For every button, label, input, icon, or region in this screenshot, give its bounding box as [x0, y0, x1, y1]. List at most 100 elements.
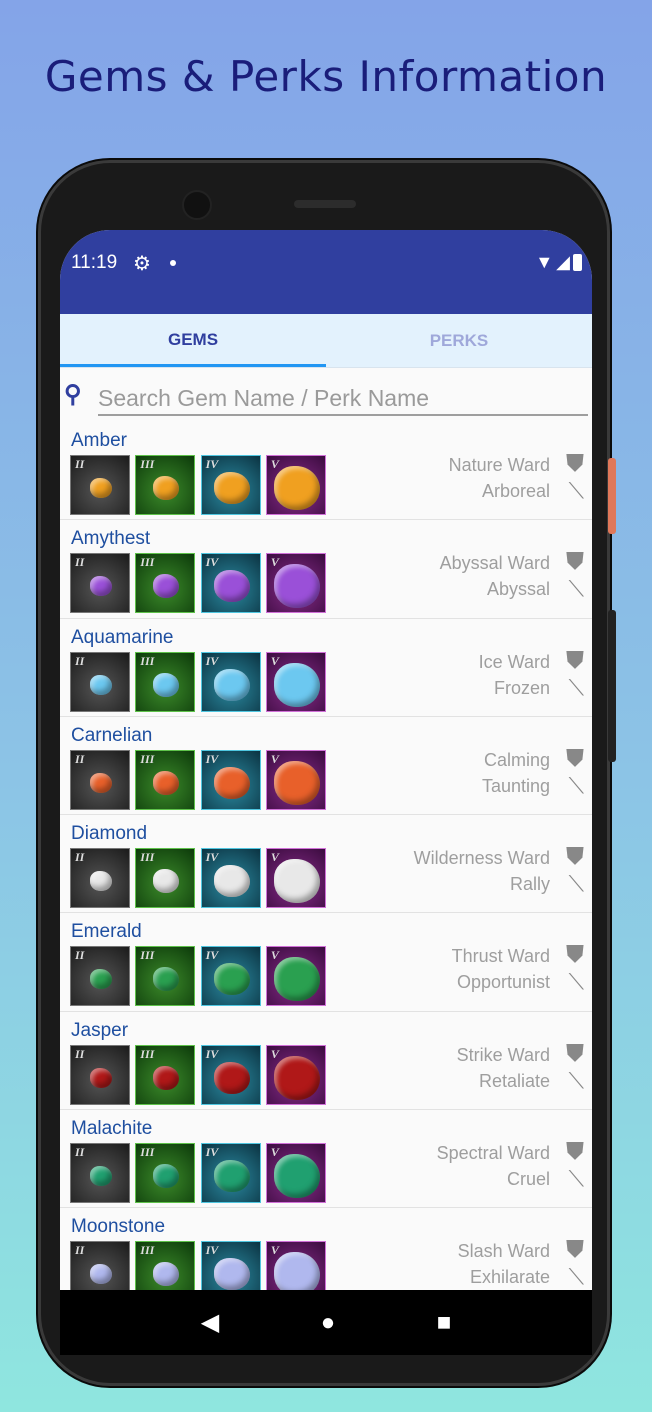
gem-row[interactable]: Amber II III IV V Nature Ward ⛊ Arboreal ⟍ — [60, 422, 592, 521]
gem-icon — [213, 570, 250, 603]
armor-perk: Calming — [483, 749, 550, 770]
gem-tier-image[interactable]: III — [135, 1143, 196, 1204]
tier-label: II — [75, 1046, 85, 1061]
power-button — [608, 458, 616, 534]
gem-tier-image[interactable]: III — [135, 946, 196, 1007]
tab-perks[interactable]: PERKS — [326, 314, 592, 367]
gem-icon — [153, 1262, 180, 1287]
gem-tier-image[interactable]: II — [70, 553, 130, 614]
gem-icon — [153, 574, 180, 599]
shield-icon: ⛊ — [566, 450, 584, 477]
gem-tier-image[interactable]: III — [135, 455, 196, 515]
gem-icon — [90, 478, 112, 498]
gem-icon — [90, 674, 112, 695]
weapon-perk: Abyssal — [486, 579, 550, 600]
gem-icon — [213, 1258, 250, 1291]
gem-icon — [90, 1264, 112, 1285]
tier-label: III — [140, 653, 155, 668]
gem-tier-image[interactable]: IV — [200, 946, 261, 1007]
gem-tier-image[interactable]: II — [70, 749, 130, 810]
gem-tier-image[interactable]: II — [70, 1044, 130, 1105]
gem-tier-image[interactable]: III — [135, 651, 196, 712]
gem-row[interactable]: Malachite II III IV V Spectral Ward ⛊ Cruel ⟍ — [60, 1110, 592, 1209]
gem-tier-image[interactable]: V — [265, 1044, 326, 1105]
gem-tier-image[interactable]: IV — [200, 848, 261, 909]
gem-name: Diamond — [71, 823, 148, 845]
gem-tier-image[interactable]: IV — [200, 1044, 261, 1105]
gem-tier-image[interactable]: III — [135, 848, 196, 909]
search-bar: ⚲ — [60, 368, 592, 422]
tier-label: III — [140, 555, 155, 570]
gem-tier-image[interactable]: IV — [200, 651, 261, 712]
gem-icon — [153, 770, 180, 795]
tier-label: III — [140, 1046, 155, 1061]
gem-tier-image[interactable]: IV — [200, 1143, 261, 1204]
gem-row[interactable]: Emerald II III IV V Thrust Ward ⛊ Opportunist ⟍ — [60, 913, 592, 1012]
gem-icon — [213, 963, 250, 996]
tier-label: V — [270, 457, 279, 471]
gem-row[interactable]: Amythest II III IV V Abyssal Ward ⛊ Abyssal ⟍ — [60, 520, 592, 619]
sword-icon: ⟍ — [568, 969, 584, 995]
gem-tier-image[interactable]: V — [265, 749, 326, 810]
gem-tier-image[interactable]: V — [265, 553, 326, 614]
gem-icon — [273, 662, 320, 707]
tier-label: II — [75, 653, 85, 668]
notification-dot-icon — [170, 260, 176, 266]
tier-label: IV — [205, 850, 219, 865]
tier-label: V — [270, 555, 279, 570]
weapon-perk: Arboreal — [481, 481, 550, 501]
gem-name: Aquamarine — [71, 626, 174, 648]
tier-label: IV — [205, 751, 219, 766]
gem-tier-image[interactable]: IV — [200, 749, 261, 810]
gem-icon — [90, 871, 112, 892]
gem-tier-image[interactable]: V — [265, 455, 326, 515]
tier-label: V — [270, 948, 279, 963]
gem-tier-image[interactable]: II — [70, 651, 130, 712]
gem-list[interactable]: Amber II III IV V Nature Ward ⛊ Arboreal ⟍ Amythe… — [60, 422, 592, 1344]
weapon-perk: Opportunist — [456, 972, 550, 993]
gem-tier-image[interactable]: V — [265, 651, 326, 712]
tier-label: II — [75, 1145, 85, 1160]
search-input[interactable] — [98, 382, 588, 416]
shield-icon: ⛊ — [566, 744, 584, 772]
gem-icon — [273, 1055, 320, 1100]
gem-tier-image[interactable]: III — [135, 553, 196, 614]
tier-label: II — [75, 948, 85, 963]
gem-name: Amythest — [71, 528, 151, 550]
gem-tier-image[interactable]: V — [265, 946, 326, 1007]
gem-row[interactable]: Jasper II III IV V Strike Ward ⛊ Retaliate ⟍ — [60, 1012, 592, 1111]
home-icon[interactable]: ● — [321, 1309, 336, 1337]
gem-tier-image[interactable]: II — [70, 1143, 130, 1204]
weapon-perk: Rally — [509, 874, 550, 895]
sword-icon: ⟍ — [568, 1264, 584, 1290]
weapon-perk: Cruel — [506, 1169, 550, 1190]
gem-tier-image[interactable]: IV — [200, 455, 261, 515]
tab-gems[interactable]: GEMS — [60, 314, 326, 367]
gem-tier-image[interactable]: V — [265, 848, 326, 909]
gem-icon — [273, 564, 320, 609]
gem-tier-image[interactable]: II — [70, 946, 130, 1007]
gem-tier-image[interactable]: II — [70, 848, 130, 909]
search-icon: ⚲ — [64, 381, 82, 408]
tier-label: III — [140, 1145, 155, 1160]
gem-row[interactable]: Carnelian II III IV V Calming ⛊ Taunting ⟍ — [60, 717, 592, 816]
gem-tier-image[interactable]: IV — [200, 553, 261, 614]
gem-row[interactable]: Aquamarine II III IV V Ice Ward ⛊ Frozen ⟍ — [60, 619, 592, 717]
gem-tier-image[interactable]: V — [265, 1143, 326, 1204]
gem-icon — [153, 476, 180, 500]
tier-label: II — [75, 751, 85, 766]
gem-icon — [213, 472, 250, 504]
sword-icon: ⟍ — [568, 674, 584, 700]
sword-icon: ⟍ — [568, 1067, 584, 1093]
gem-tier-image[interactable]: II — [70, 455, 130, 515]
gem-tier-image[interactable]: III — [135, 1044, 196, 1105]
gem-tier-image[interactable]: III — [135, 749, 196, 810]
recents-icon[interactable]: ■ — [437, 1309, 452, 1337]
sword-icon: ⟍ — [568, 1166, 584, 1192]
gem-row[interactable]: Diamond II III IV V Wilderness Ward ⛊ Rally ⟍ — [60, 815, 592, 914]
sword-icon: ⟍ — [568, 772, 584, 798]
tier-label: III — [140, 751, 155, 766]
gem-icon — [153, 1164, 180, 1189]
gem-icon — [90, 1067, 112, 1088]
back-icon[interactable]: ◀ — [201, 1308, 219, 1337]
